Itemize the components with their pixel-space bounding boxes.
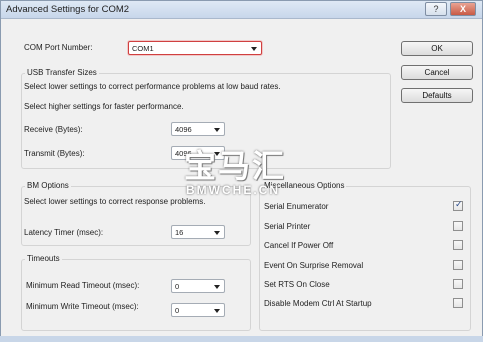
latency-select[interactable]: 16 xyxy=(171,225,225,239)
transmit-label: Transmit (Bytes): xyxy=(24,149,85,158)
chevron-down-icon xyxy=(214,152,220,156)
title-bar: Advanced Settings for COM2 ? X xyxy=(1,1,482,19)
bm-options-title: BM Options xyxy=(25,181,71,190)
defaults-button[interactable]: Defaults xyxy=(401,88,473,103)
timeouts-title: Timeouts xyxy=(25,254,62,263)
receive-value: 4096 xyxy=(175,125,192,134)
disable-modem-ctrl-checkbox[interactable] xyxy=(453,298,463,308)
com-port-value: COM1 xyxy=(132,44,154,53)
transmit-value: 4096 xyxy=(175,149,192,158)
advanced-settings-dialog: Advanced Settings for COM2 ? X COM Port … xyxy=(0,0,483,342)
bm-desc: Select lower settings to correct respons… xyxy=(24,197,206,206)
cancel-button[interactable]: Cancel xyxy=(401,65,473,80)
misc-option-label: Set RTS On Close xyxy=(264,280,330,289)
misc-option-label: Serial Enumerator xyxy=(264,202,329,211)
ok-button[interactable]: OK xyxy=(401,41,473,56)
usb-desc-high: Select higher settings for faster perfor… xyxy=(24,102,184,111)
read-timeout-label: Minimum Read Timeout (msec): xyxy=(26,281,140,290)
com-port-select[interactable]: COM1 xyxy=(128,41,262,55)
read-timeout-value: 0 xyxy=(175,282,180,291)
misc-options-title: Miscellaneous Options xyxy=(262,181,347,190)
misc-option-label: Cancel If Power Off xyxy=(264,241,334,250)
chevron-down-icon xyxy=(214,128,220,132)
serial-enumerator-checkbox[interactable] xyxy=(453,199,463,211)
read-timeout-select[interactable]: 0 xyxy=(171,279,225,293)
timeouts-group xyxy=(21,259,251,331)
com-port-label: COM Port Number: xyxy=(24,43,93,52)
chevron-down-icon xyxy=(214,285,220,289)
write-timeout-value: 0 xyxy=(175,306,180,315)
receive-select[interactable]: 4096 xyxy=(171,122,225,136)
chevron-down-icon xyxy=(214,309,220,313)
serial-printer-checkbox[interactable] xyxy=(453,221,463,231)
write-timeout-select[interactable]: 0 xyxy=(171,303,225,317)
misc-option-label: Serial Printer xyxy=(264,222,311,231)
chevron-down-icon xyxy=(214,231,220,235)
misc-option-label: Event On Surprise Removal xyxy=(264,261,364,270)
set-rts-on-close-checkbox[interactable] xyxy=(453,279,463,289)
write-timeout-label: Minimum Write Timeout (msec): xyxy=(26,302,139,311)
transmit-select[interactable]: 4096 xyxy=(171,146,225,160)
help-button[interactable]: ? xyxy=(425,2,447,16)
usb-transfer-title: USB Transfer Sizes xyxy=(25,68,99,77)
window-bottom-edge xyxy=(0,336,483,342)
misc-option-label: Disable Modem Ctrl At Startup xyxy=(264,299,372,308)
chevron-down-icon xyxy=(251,47,257,51)
event-on-surprise-removal-checkbox[interactable] xyxy=(453,260,463,270)
window-title: Advanced Settings for COM2 xyxy=(6,4,130,15)
close-button[interactable]: X xyxy=(450,2,476,16)
latency-label: Latency Timer (msec): xyxy=(24,228,104,237)
usb-desc-low: Select lower settings to correct perform… xyxy=(24,82,281,91)
latency-value: 16 xyxy=(175,228,184,237)
cancel-if-power-off-checkbox[interactable] xyxy=(453,240,463,250)
receive-label: Receive (Bytes): xyxy=(24,125,83,134)
